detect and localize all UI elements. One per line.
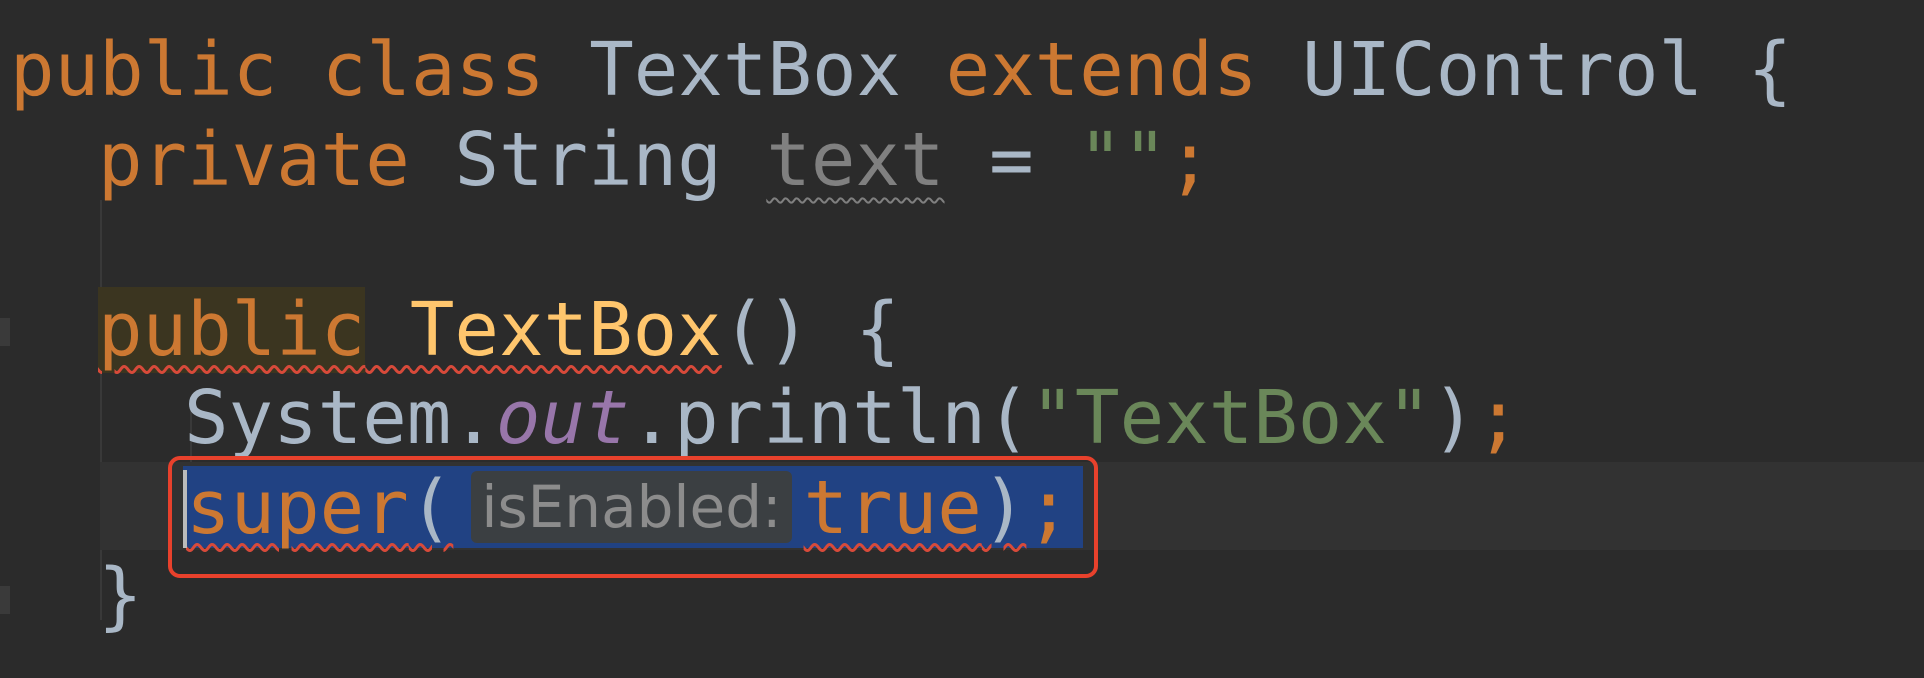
- keyword-public: public: [10, 27, 278, 113]
- constructor-name: TextBox: [409, 287, 722, 373]
- parens: (): [721, 287, 811, 373]
- static-field-out: out: [495, 375, 630, 461]
- fold-marker[interactable]: [0, 318, 10, 346]
- highlight-annotation-box: [168, 456, 1098, 578]
- code-line-1[interactable]: public class TextBox extends UIControl {: [10, 26, 1792, 114]
- system-class: System.: [184, 375, 496, 461]
- assign-operator: =: [989, 117, 1034, 203]
- keyword-extends: extends: [945, 27, 1258, 113]
- type-string: String: [454, 117, 722, 203]
- open-brace: {: [1747, 27, 1793, 113]
- parent-class-name: UIControl: [1302, 27, 1704, 113]
- keyword-private: private: [98, 117, 410, 203]
- string-literal-textbox: "TextBox": [1030, 375, 1432, 461]
- class-name: TextBox: [589, 27, 902, 113]
- code-line-4[interactable]: public TextBox() {: [98, 286, 900, 374]
- code-line-5[interactable]: System.out.println("TextBox");: [184, 374, 1521, 462]
- println-call: .println(: [629, 375, 1031, 461]
- code-editor[interactable]: public class TextBox extends UIControl {…: [0, 0, 1924, 678]
- empty-string-literal: "": [1078, 117, 1168, 203]
- keyword-class: class: [321, 27, 545, 113]
- fold-marker[interactable]: [0, 586, 10, 614]
- code-line-2[interactable]: private String text = "";: [98, 116, 1212, 204]
- open-brace: {: [855, 287, 900, 373]
- close-brace: }: [98, 553, 143, 639]
- keyword-public: public: [98, 287, 366, 373]
- semicolon: ;: [1476, 375, 1521, 461]
- semicolon: ;: [1167, 117, 1212, 203]
- field-text-unused: text: [766, 117, 945, 203]
- code-line-7[interactable]: }: [98, 552, 143, 640]
- close-paren: ): [1431, 375, 1477, 461]
- constructor-signature-error: public TextBox: [98, 287, 722, 373]
